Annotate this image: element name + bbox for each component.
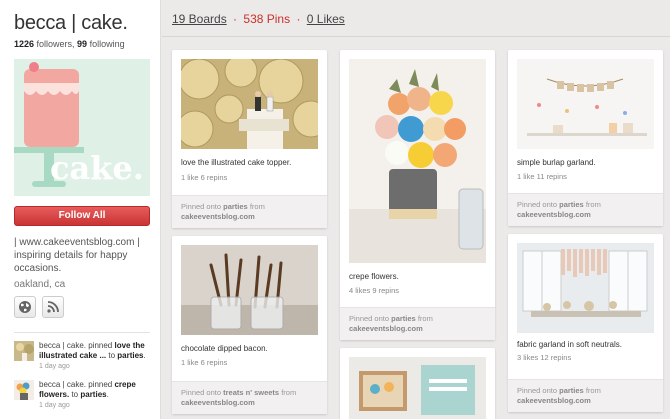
pin-from-label: from [583,200,601,209]
following-count[interactable]: 99 [77,39,87,49]
pin-attribution: Pinned onto parties from cakeeventsblog.… [340,307,495,340]
pinned-onto-label: Pinned onto [517,200,560,209]
rss-icon [47,301,59,313]
profile-bio: | www.cakeeventsblog.com | inspiring det… [14,237,140,274]
pin-card[interactable]: fabric garland in soft neutrals. 3 likes… [508,234,663,412]
tab-separator: · [296,12,301,26]
header-divider [162,36,670,37]
pin-board-link[interactable]: parties [559,386,584,395]
pin-description: simple burlap garland. [517,158,596,167]
rss-button[interactable] [42,296,64,318]
social-links [14,296,150,318]
activity-verb: pinned [86,380,115,389]
profile-location: oakland, ca [14,279,66,290]
activity-actor[interactable]: becca | cake. [39,341,86,350]
pin-image[interactable] [517,59,654,149]
pin-description: fabric garland in soft neutrals. [517,340,622,349]
followers-count[interactable]: 1226 [14,39,34,49]
tab-likes[interactable]: 0 Likes [307,12,345,26]
pinned-onto-label: Pinned onto [181,202,224,211]
cover-text: cake. [50,149,144,187]
pin-description: crepe flowers. [349,272,399,281]
activity-text: becca | cake. pinned crepe flowers. to p… [39,380,150,411]
activity-verb: pinned [86,341,115,350]
profile-name: becca | cake. [14,12,128,34]
activity-end: . [143,351,146,360]
pin-image[interactable] [349,59,486,263]
pin-board-link[interactable]: parties [223,202,248,211]
pin-stats: 1 like 6 repins [181,358,228,367]
pin-card[interactable]: love the illustrated cake topper. 1 like… [172,50,327,228]
pin-from-label: from [279,388,297,397]
pin-stats: 1 like 6 repins [181,173,228,182]
pin-board-link[interactable]: parties [559,200,584,209]
pin-stats: 4 likes 9 repins [349,286,400,295]
pin-attribution: Pinned onto parties from cakeeventsblog.… [172,195,327,228]
pin-from-label: from [583,386,601,395]
website-button[interactable] [14,296,36,318]
follow-all-button[interactable]: Follow All [14,206,150,226]
pin-source-link[interactable]: cakeeventsblog.com [517,210,591,219]
activity-to: to [69,390,81,399]
pin-board-link[interactable]: treats n' sweets [223,388,279,397]
pin-card[interactable]: crepe flowers. 4 likes 9 repins Pinned o… [340,50,495,340]
pin-source-link[interactable]: cakeeventsblog.com [517,396,591,405]
pin-attribution: Pinned onto parties from cakeeventsblog.… [508,379,663,412]
activity-actor[interactable]: becca | cake. [39,380,86,389]
pinned-onto-label: Pinned onto [349,314,392,323]
pin-source-link[interactable]: cakeeventsblog.com [181,398,255,407]
pin-source-link[interactable]: cakeeventsblog.com [349,324,423,333]
activity-item[interactable]: becca | cake. pinned love the illustrate… [14,341,150,372]
activity-time: 1 day ago [39,402,70,409]
followers-label: followers, [34,39,78,49]
pinned-onto-label: Pinned onto [181,388,224,397]
pin-from-label: from [247,202,265,211]
activity-board-link[interactable]: parties [117,351,143,360]
tab-pins[interactable]: 538 Pins [243,12,290,26]
pin-description: love the illustrated cake topper. [181,158,292,167]
pin-image[interactable] [349,357,486,419]
activity-end: . [106,390,109,399]
profile-sidebar: becca | cake. 1226 followers, 99 followi… [0,0,161,419]
globe-icon [19,301,31,313]
activity-thumbnail[interactable] [14,380,34,400]
tab-boards[interactable]: 19 Boards [172,12,227,26]
pin-attribution: Pinned onto treats n' sweets from cakeev… [172,381,327,414]
pin-card[interactable]: simple burlap garland. 1 like 11 repins … [508,50,663,226]
pin-image[interactable] [181,59,318,149]
pin-from-label: from [415,314,433,323]
pin-card[interactable] [340,348,495,419]
following-label: following [87,39,125,49]
follow-stats: 1226 followers, 99 following [14,39,150,49]
sidebar-divider [14,332,150,333]
cake-illustration: cake. [14,59,150,196]
profile-tabs: 19 Boards · 538 Pins · 0 Likes [172,12,345,26]
pin-attribution: Pinned onto parties from cakeeventsblog.… [508,193,663,226]
pin-source-link[interactable]: cakeeventsblog.com [181,212,255,221]
activity-to: to [106,351,118,360]
activity-thumbnail[interactable] [14,341,34,361]
tab-separator: · [233,12,238,26]
pin-image[interactable] [181,245,318,335]
pin-image[interactable] [517,243,654,333]
pin-stats: 3 likes 12 repins [517,353,572,362]
pinned-onto-label: Pinned onto [517,386,560,395]
activity-time: 1 day ago [39,363,70,370]
profile-cover-image: cake. [14,59,150,196]
activity-text: becca | cake. pinned love the illustrate… [39,341,150,372]
pin-card[interactable]: chocolate dipped bacon. 1 like 6 repins … [172,236,327,414]
activity-item[interactable]: becca | cake. pinned crepe flowers. to p… [14,380,150,411]
pin-stats: 1 like 11 repins [517,172,567,181]
pin-description: chocolate dipped bacon. [181,344,268,353]
pin-board-link[interactable]: parties [391,314,416,323]
activity-board-link[interactable]: parties [80,390,106,399]
